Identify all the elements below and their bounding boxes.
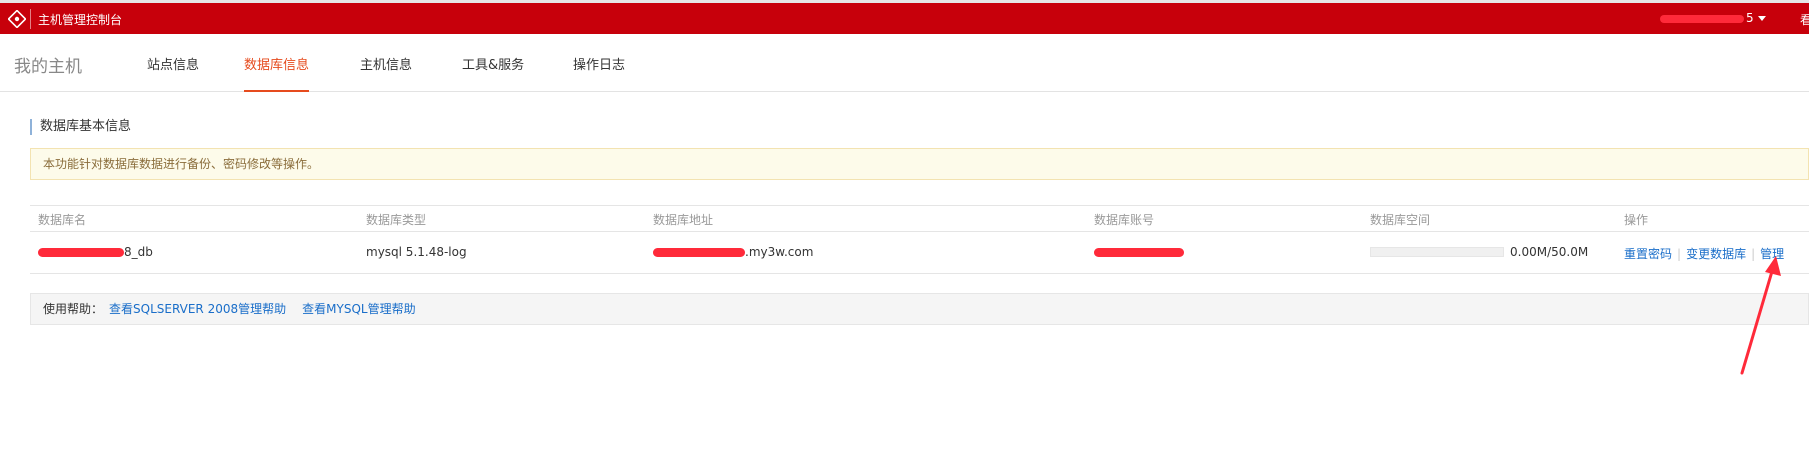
redacted-db-name xyxy=(38,248,124,257)
section-title: 数据库基本信息 xyxy=(30,119,131,135)
tab-host-info[interactable]: 主机信息 xyxy=(360,54,412,90)
db-type-cell: mysql 5.1.48-log xyxy=(366,245,467,259)
db-address-suffix: .my3w.com xyxy=(745,245,814,259)
action-divider: | xyxy=(1751,247,1756,261)
col-db-space: 数据库空间 xyxy=(1370,213,1431,227)
db-address-cell: .my3w.com xyxy=(653,245,813,259)
table-header: 数据库名 数据库类型 数据库地址 数据库账号 数据库空间 操作 xyxy=(30,205,1809,232)
help-bar: 使用帮助： 查看SQLSERVER 2008管理帮助 查看MYSQL管理帮助 xyxy=(30,293,1809,325)
tab-operation-log[interactable]: 操作日志 xyxy=(573,54,625,90)
col-db-address: 数据库地址 xyxy=(653,213,714,227)
manage-link[interactable]: 管理 xyxy=(1760,247,1784,261)
table-row: 8_db mysql 5.1.48-log .my3w.com 0.00M/50… xyxy=(30,232,1809,274)
action-divider: | xyxy=(1677,247,1682,261)
db-name-suffix: 8_db xyxy=(124,245,153,259)
col-db-account: 数据库账号 xyxy=(1094,213,1155,227)
col-db-type: 数据库类型 xyxy=(366,213,427,227)
tab-tools-services[interactable]: 工具&服务 xyxy=(462,54,524,90)
notice-banner: 本功能针对数据库数据进行备份、密码修改等操作。 xyxy=(30,148,1809,180)
db-space-cell: 0.00M/50.0M xyxy=(1510,245,1589,259)
database-table: 数据库名 数据库类型 数据库地址 数据库账号 数据库空间 操作 8_db mys… xyxy=(30,205,1809,274)
user-label: 5 xyxy=(1746,11,1754,25)
mysql-help-link[interactable]: 查看MYSQL管理帮助 xyxy=(302,302,415,316)
user-menu[interactable]: 5 xyxy=(1660,11,1766,25)
tab-site-info[interactable]: 站点信息 xyxy=(147,54,199,90)
redacted-username xyxy=(1660,14,1744,23)
tab-database-info[interactable]: 数据库信息 xyxy=(244,54,310,92)
col-actions: 操作 xyxy=(1624,213,1649,227)
top-extra-link[interactable]: 看 xyxy=(1800,11,1809,28)
change-database-link[interactable]: 变更数据库 xyxy=(1686,247,1746,261)
reset-password-link[interactable]: 重置密码 xyxy=(1624,247,1672,261)
top-bar: 主机管理控制台 5 看 xyxy=(0,0,1809,34)
db-account-cell xyxy=(1094,245,1184,259)
main-nav: 我的主机 站点信息 数据库信息 主机信息 工具&服务 操作日志 xyxy=(0,34,1809,92)
space-usage-bar xyxy=(1370,247,1504,257)
redacted-db-address xyxy=(653,248,745,257)
actions-cell: 重置密码 | 变更数据库 | 管理 xyxy=(1624,245,1784,262)
app-title: 主机管理控制台 xyxy=(38,13,123,27)
redacted-db-account xyxy=(1094,248,1184,257)
help-label: 使用帮助： xyxy=(43,302,104,316)
db-name-cell: 8_db xyxy=(38,245,153,259)
huawei-cloud-logo-icon[interactable] xyxy=(8,10,26,28)
logo-divider xyxy=(30,9,31,29)
chevron-down-icon xyxy=(1757,16,1766,21)
col-db-name: 数据库名 xyxy=(38,213,87,227)
page-title: 我的主机 xyxy=(14,57,82,77)
sqlserver-help-link[interactable]: 查看SQLSERVER 2008管理帮助 xyxy=(109,302,286,316)
